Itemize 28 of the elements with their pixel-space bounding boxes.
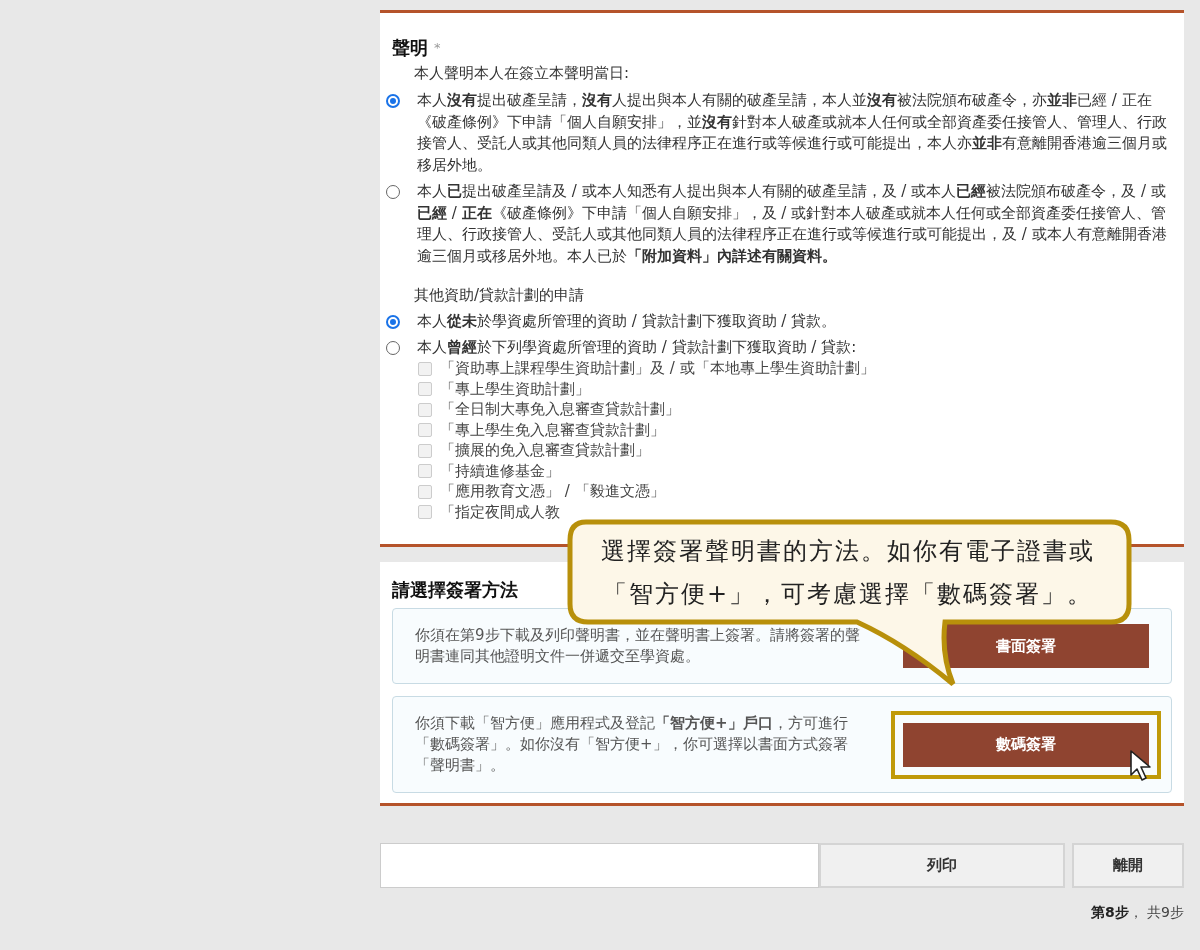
callout-text: 選擇簽署聲明書的方法。如你有電子證書或	[601, 536, 1095, 567]
intro-text: 本人聲明本人在簽立本聲明當日:	[413, 62, 631, 84]
subsection-title: 其他資助/貸款計劃的申請	[413, 285, 586, 306]
checkbox-label: 「全日制大專免入息審查貸款計劃」	[440, 399, 680, 420]
checkbox-label: 「專上學生免入息審查貸款計劃」	[440, 419, 665, 441]
option-text: 本人從未於學資處所管理的資助 / 貸款計劃下獲取資助 / 貸款。	[417, 310, 838, 332]
step-indicator: 第8步， 共9步	[1089, 904, 1184, 922]
option-text: 本人曾經於下列學資處所管理的資助 / 貸款計劃下獲取資助 / 貸款:	[417, 337, 858, 358]
checkbox-label: 「擴展的免入息審查貸款計劃」	[440, 440, 650, 461]
section-title: 請選擇簽署方法	[392, 578, 518, 602]
radio-button[interactable]	[386, 314, 400, 329]
checkbox-label: 「應用教育文憑」 / 「毅進文憑」	[440, 481, 665, 502]
method-description: 你須在第9步下載及列印聲明書，並在聲明書上簽署。請將簽署的聲明書連同其他證明文件一併遞交至學資處。	[415, 625, 860, 667]
callout-text: 「智方便+」，可考慮選擇「數碼簽署」。	[602, 579, 1094, 610]
radio-button[interactable]	[386, 341, 400, 355]
required-mark: *	[434, 39, 441, 57]
option-text: 本人沒有提出破產呈請，沒有人提出與本人有關的破產呈請，本人並沒有被法院頒布破產令，亦並非已經 / 正在《破產條例》下申請「個人自願安排」，並沒有針對本人破產或就本人任何或全部資產委任接管人、管理人、行政接管人、受託人或其他同類人員的法律程序正在進行或等候進行或可能提出，本人亦並非有意離開香港逾三個月或移居外地。	[417, 90, 1168, 176]
checkbox-label: 「持續進修基金」	[440, 460, 560, 482]
sign-button[interactable]: 數碼簽署	[903, 722, 1149, 767]
radio-button[interactable]	[386, 94, 400, 108]
checkbox-label: 「資助專上課程學生資助計劃」及 / 或「本地專上學生資助計劃」	[440, 358, 875, 379]
section-title: 聲明	[392, 37, 428, 59]
radio-button[interactable]	[386, 185, 400, 199]
option-text: 本人已提出破產呈請及 / 或本人知悉有人提出與本人有關的破產呈請，及 / 或本人已經被法院頒布破產令，及 / 或已經 / 正在《破產條例》下申請「個人自願安排」，及 / 或針對本人破產或就本人任何或全部資產委任接管人、管理人、行政接管人、受託人或其他同類人員的法律程序正在進行或等候進行或可能提出，及 / 或本人有意離開香港逾三個月或移居外地。本人已於「附加資料」內詳述有關資料。	[417, 181, 1168, 267]
checkbox-label: 「指定夜間成人教	[440, 501, 560, 523]
method-description: 你須下載「智方便」應用程式及登記「智方便+」戶口，方可進行「數碼簽署」。如你沒有「智方便+」，你可選擇以書面方式簽署「聲明書」。	[415, 713, 849, 776]
cursor-icon	[1129, 748, 1153, 783]
checkbox-label: 「專上學生資助計劃」	[440, 378, 590, 400]
